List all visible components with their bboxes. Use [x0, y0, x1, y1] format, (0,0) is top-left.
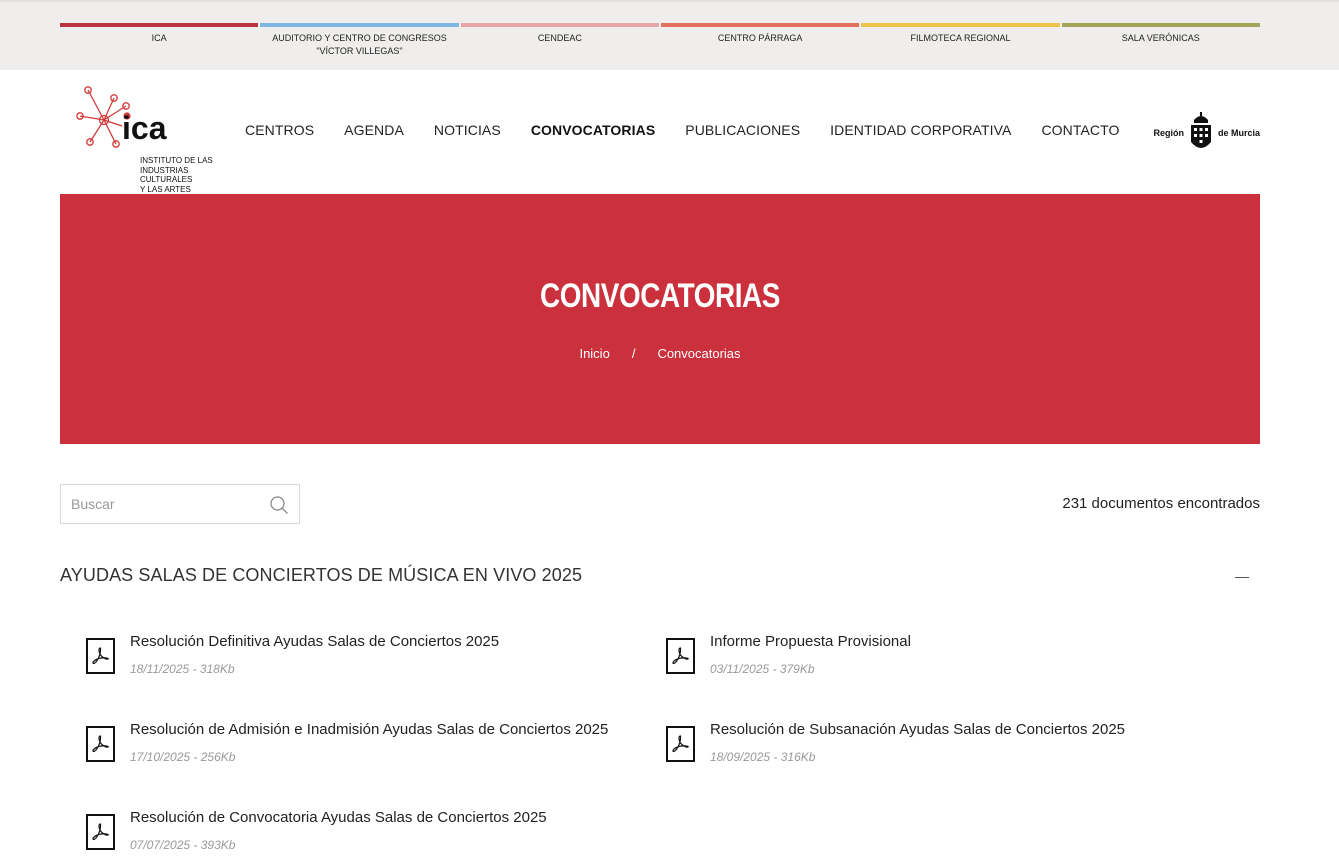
pdf-icon[interactable] [86, 638, 115, 674]
document-title[interactable]: Resolución de Convocatoria Ayudas Salas … [130, 809, 547, 826]
logo-subtitle: INSTITUTO DE LAS INDUSTRIAS CULTURALES Y… [140, 156, 213, 194]
nav-item-contacto[interactable]: CONTACTO [1041, 122, 1119, 138]
breadcrumb-home-link[interactable]: Inicio [579, 346, 609, 361]
center-link[interactable]: CENDEAC [460, 23, 659, 58]
document-meta: 17/10/2025 - 256Kb [130, 750, 236, 764]
document-title[interactable]: Resolución de Subsanación Ayudas Salas d… [710, 721, 1125, 738]
site-header: ica INSTITUTO DE LAS INDUSTRIAS CULTURAL… [60, 70, 1260, 194]
document-title[interactable]: Resolución Definitiva Ayudas Salas de Co… [130, 633, 499, 650]
centers-list: ICA AUDITORIO Y CENTRO DE CONGRESOS "VÍCT… [60, 23, 1260, 58]
center-link[interactable]: AUDITORIO Y CENTRO DE CONGRESOS "VÍCTOR … [260, 23, 459, 58]
document-meta: 18/11/2025 - 318Kb [130, 662, 235, 676]
breadcrumb-separator: / [631, 346, 636, 361]
nav-item-noticias[interactable]: NOTICIAS [434, 122, 501, 138]
results-count: 231 documentos encontrados [1062, 495, 1260, 512]
document-item[interactable]: Resolución de Convocatoria Ayudas Salas … [86, 809, 646, 859]
nav-item-agenda[interactable]: AGENDA [344, 122, 404, 138]
group-title[interactable]: AYUDAS SALAS DE CONCIERTOS DE MÚSICA EN … [60, 565, 1260, 586]
region-label-right: de Murcia [1217, 128, 1260, 138]
pdf-icon[interactable] [86, 726, 115, 762]
nav-item-publicaciones[interactable]: PUBLICACIONES [685, 122, 800, 138]
document-meta: 07/07/2025 - 393Kb [130, 838, 236, 852]
document-meta: 03/11/2025 - 379Kb [710, 662, 815, 676]
document-meta: 18/09/2025 - 316Kb [710, 750, 816, 764]
document-item[interactable]: Informe Propuesta Provisional 03/11/2025 … [666, 633, 1226, 683]
breadcrumb: Inicio / Convocatorias [60, 346, 1260, 361]
document-title[interactable]: Informe Propuesta Provisional [710, 633, 911, 650]
ica-logo[interactable]: ica INSTITUTO DE LAS INDUSTRIAS CULTURAL… [76, 84, 226, 194]
pdf-icon[interactable] [666, 726, 695, 762]
search-icon[interactable] [269, 495, 289, 515]
nav-item-convocatorias[interactable]: CONVOCATORIAS [531, 122, 655, 138]
region-de-murcia-logo[interactable]: Región de Murcia [1153, 112, 1260, 154]
center-link[interactable]: CENTRO PÁRRAGA [660, 23, 860, 58]
collapse-minus-icon[interactable] [1232, 565, 1252, 589]
search-input[interactable] [61, 485, 261, 523]
center-link[interactable]: SALA VERÓNICAS [1061, 23, 1260, 58]
search-box [60, 484, 300, 524]
page-title: CONVOCATORIAS [540, 277, 780, 315]
coat-of-arms-icon [1190, 112, 1211, 148]
document-item[interactable]: Resolución Definitiva Ayudas Salas de Co… [86, 633, 646, 683]
nav-item-centros[interactable]: CENTROS [245, 122, 314, 138]
document-group: AYUDAS SALAS DE CONCIERTOS DE MÚSICA EN … [60, 565, 1260, 586]
document-title[interactable]: Resolución de Admisión e Inadmisión Ayud… [130, 721, 608, 738]
centers-bar: ICA AUDITORIO Y CENTRO DE CONGRESOS "VÍCT… [0, 0, 1339, 70]
document-item[interactable]: Resolución de Admisión e Inadmisión Ayud… [86, 721, 646, 771]
center-link[interactable]: FILMOTECA REGIONAL [861, 23, 1060, 58]
document-item[interactable]: Resolución de Subsanación Ayudas Salas d… [666, 721, 1226, 771]
nav-item-identidad-corporativa[interactable]: IDENTIDAD CORPORATIVA [830, 122, 1011, 138]
pdf-icon[interactable] [666, 638, 695, 674]
pdf-icon[interactable] [86, 814, 115, 850]
breadcrumb-current[interactable]: Convocatorias [657, 346, 740, 361]
center-link[interactable]: ICA [60, 23, 259, 58]
page-hero: CONVOCATORIAS Inicio / Convocatorias [60, 194, 1260, 444]
main-nav: CENTROS AGENDA NOTICIAS CONVOCATORIAS PUBLIC… [245, 122, 1120, 138]
region-label-left: Región [1153, 128, 1184, 138]
svg-text:ica: ica [122, 110, 167, 146]
